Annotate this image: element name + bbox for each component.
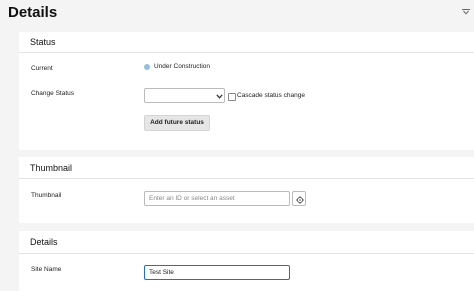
chevron-down-icon (216, 94, 223, 99)
cascade-label: Cascade status change (237, 92, 305, 99)
add-future-status-button[interactable]: Add future status (144, 115, 210, 131)
status-panel: Status Current Under Construction Change… (19, 32, 474, 150)
thumbnail-label: Thumbnail (31, 192, 62, 199)
divider (19, 253, 474, 254)
site-name-input[interactable] (144, 265, 290, 280)
asset-picker-button[interactable] (292, 191, 306, 206)
page-title: Details (8, 4, 58, 21)
current-status-value: Under Construction (154, 63, 210, 70)
collapse-icon[interactable] (462, 9, 470, 15)
crosshair-icon (296, 195, 304, 204)
change-status-label: Change Status (31, 90, 75, 97)
divider (19, 52, 474, 53)
cascade-checkbox[interactable] (228, 93, 236, 101)
thumbnail-panel: Thumbnail Thumbnail (19, 157, 474, 223)
change-status-select[interactable] (144, 88, 225, 103)
site-name-label: Site Name (31, 266, 62, 273)
details-heading: Details (30, 237, 58, 247)
current-label: Current (31, 65, 53, 72)
status-dot (144, 64, 150, 70)
divider (19, 178, 474, 179)
details-panel: Details Site Name (19, 231, 474, 291)
asset-id-input[interactable] (144, 191, 290, 206)
thumbnail-heading: Thumbnail (30, 163, 73, 173)
status-heading: Status (30, 37, 56, 47)
